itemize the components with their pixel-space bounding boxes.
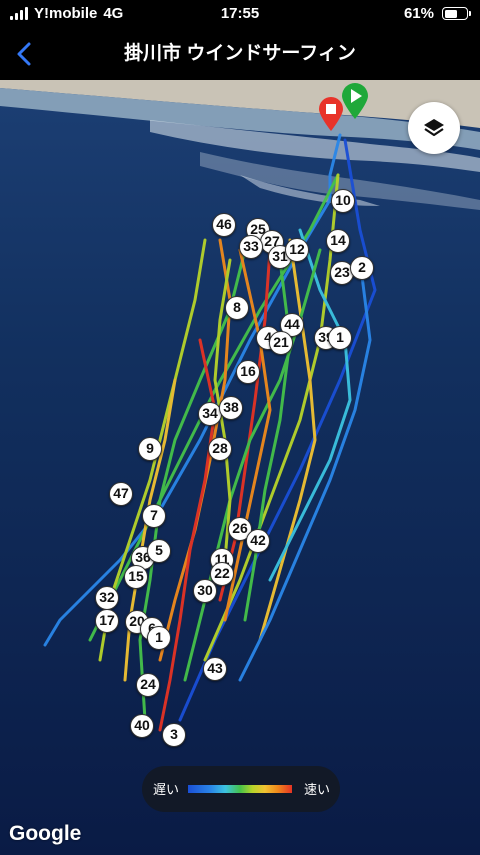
battery-level-fill — [444, 9, 457, 18]
lap-marker[interactable]: 33 — [239, 235, 263, 259]
lap-marker[interactable]: 47 — [109, 482, 133, 506]
lap-marker[interactable]: 16 — [236, 360, 260, 384]
legend-slow-label: 遅い — [153, 782, 180, 797]
lap-marker[interactable]: 9 — [138, 437, 162, 461]
lap-marker[interactable]: 7 — [142, 504, 166, 528]
lap-marker[interactable]: 46 — [212, 213, 236, 237]
lap-marker[interactable]: 42 — [246, 529, 270, 553]
lap-marker[interactable]: 38 — [219, 396, 243, 420]
battery-percent: 61% — [403, 5, 434, 22]
chevron-left-icon — [17, 42, 31, 66]
layers-icon — [424, 119, 444, 137]
start-marker-play-icon[interactable] — [341, 82, 369, 120]
back-button[interactable] — [10, 36, 42, 72]
status-right: 61% — [403, 5, 471, 22]
lap-marker[interactable]: 30 — [193, 579, 217, 603]
lap-marker[interactable]: 3 — [162, 723, 186, 747]
lap-marker[interactable]: 12 — [285, 238, 309, 262]
page-title: 掛川市 ウインドサーフィン — [124, 43, 356, 64]
status-bar: Y!mobile 4G 17:55 61% — [0, 0, 480, 28]
lap-marker[interactable]: 32 — [95, 586, 119, 610]
navigation-bar: 掛川市 ウインドサーフィン — [0, 28, 480, 80]
map-background — [0, 80, 480, 855]
lap-marker[interactable]: 21 — [269, 331, 293, 355]
speed-legend: 遅い 速い — [142, 766, 340, 812]
lap-marker[interactable]: 28 — [208, 437, 232, 461]
legend-color-bar — [188, 785, 292, 793]
lap-marker[interactable]: 10 — [331, 189, 355, 213]
lap-marker[interactable]: 8 — [225, 296, 249, 320]
lap-marker[interactable]: 14 — [326, 229, 350, 253]
lap-marker[interactable]: 40 — [130, 714, 154, 738]
lap-marker[interactable]: 24 — [136, 673, 160, 697]
lap-marker[interactable]: 15 — [124, 565, 148, 589]
lap-marker[interactable]: 1 — [328, 326, 352, 350]
legend-fast-label: 速い — [303, 782, 330, 797]
google-attribution: Google — [9, 822, 82, 845]
lap-marker[interactable]: 43 — [203, 657, 227, 681]
lap-marker[interactable]: 5 — [147, 539, 171, 563]
lap-marker[interactable]: 1 — [147, 626, 171, 650]
lap-marker[interactable]: 2 — [350, 256, 374, 280]
lap-marker[interactable]: 17 — [95, 609, 119, 633]
track-map[interactable]: 10 46 25 27 33 31 12 14 23 2 8 44 4 21 39 1 16 34 38 9 28 47 7… — [0, 80, 480, 855]
battery-icon — [442, 7, 471, 20]
map-layers-button[interactable] — [408, 102, 460, 154]
